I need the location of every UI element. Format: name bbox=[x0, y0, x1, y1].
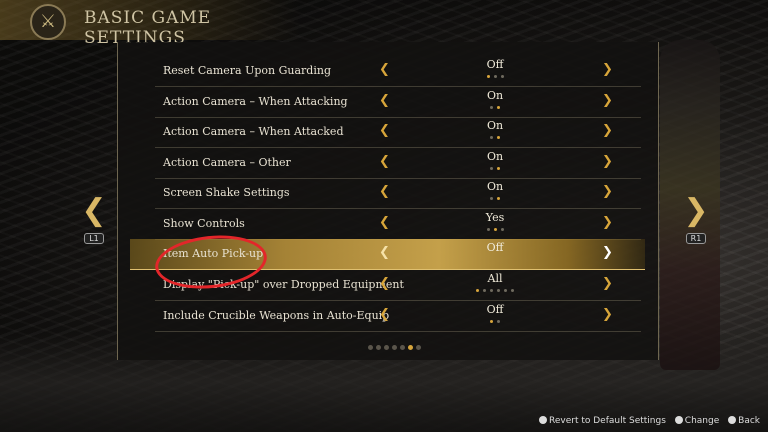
setting-value: On bbox=[486, 150, 504, 163]
next-page-nav[interactable]: ❯ R1 bbox=[682, 196, 710, 245]
option-dots bbox=[455, 167, 535, 172]
setting-row[interactable]: Screen Shake Settings ❮ On ❯ bbox=[155, 178, 641, 209]
chevron-left-icon[interactable]: ❮ bbox=[379, 215, 390, 230]
page-dot bbox=[407, 345, 413, 350]
setting-value: Off bbox=[486, 58, 504, 71]
setting-value: Yes bbox=[485, 211, 505, 224]
chevron-right-icon[interactable]: ❯ bbox=[602, 215, 613, 230]
chevron-right-icon[interactable]: ❯ bbox=[602, 276, 613, 291]
chevron-right-icon[interactable]: ❯ bbox=[602, 154, 613, 169]
page-dot bbox=[375, 345, 381, 350]
setting-label: Include Crucible Weapons in Auto-Equip bbox=[163, 309, 390, 322]
option-dot bbox=[497, 136, 500, 139]
option-dot bbox=[504, 289, 507, 292]
prev-page-nav[interactable]: ❮ L1 bbox=[80, 196, 108, 245]
option-dots bbox=[455, 320, 535, 325]
option-dots bbox=[455, 228, 535, 233]
option-dot bbox=[490, 289, 493, 292]
setting-row[interactable]: Action Camera – Other ❮ On ❯ bbox=[155, 148, 641, 179]
chevron-left-icon[interactable]: ❮ bbox=[379, 62, 390, 77]
chevron-right-icon[interactable]: ❯ bbox=[602, 62, 613, 77]
option-dot bbox=[497, 197, 500, 200]
setting-value: Off bbox=[486, 241, 504, 254]
option-dot bbox=[476, 289, 479, 292]
setting-value: Off bbox=[486, 303, 504, 316]
option-dot bbox=[483, 289, 486, 292]
chevron-left-icon[interactable]: ❮ bbox=[379, 93, 390, 108]
option-dot bbox=[497, 106, 500, 109]
setting-label: Reset Camera Upon Guarding bbox=[163, 64, 331, 77]
page-dot bbox=[383, 345, 389, 350]
revert-hint[interactable]: Revert to Default Settings bbox=[539, 416, 666, 426]
option-dot bbox=[490, 320, 493, 323]
back-hint[interactable]: Back bbox=[728, 416, 760, 426]
chevron-right-icon[interactable]: ❯ bbox=[602, 93, 613, 108]
option-dot bbox=[486, 228, 490, 231]
l1-button: L1 bbox=[84, 233, 104, 244]
chevron-right-icon[interactable]: ❯ bbox=[602, 123, 613, 138]
chevron-right-icon[interactable]: ❯ bbox=[602, 184, 613, 199]
chevron-right-icon[interactable]: ❯ bbox=[602, 245, 613, 260]
setting-row[interactable]: Reset Camera Upon Guarding ❮ Off ❯ bbox=[155, 56, 641, 87]
option-dot bbox=[493, 228, 497, 231]
setting-value: On bbox=[486, 180, 504, 193]
option-dot bbox=[497, 167, 500, 170]
chevron-right-icon[interactable]: ❯ bbox=[602, 307, 613, 322]
option-dot bbox=[511, 289, 514, 292]
chevron-left-icon[interactable]: ❮ bbox=[80, 196, 108, 226]
crossed-swords-icon: ⚔ bbox=[30, 4, 66, 40]
change-hint[interactable]: Change bbox=[674, 416, 719, 426]
setting-row[interactable]: Action Camera – When Attacking ❮ On ❯ bbox=[155, 87, 641, 118]
page-indicator bbox=[366, 345, 422, 350]
option-dot bbox=[500, 75, 504, 78]
header-bar: ⚔ BASIC GAME SETTINGS bbox=[0, 0, 300, 48]
setting-label: Screen Shake Settings bbox=[163, 186, 290, 199]
option-dot bbox=[490, 197, 493, 200]
chevron-left-icon[interactable]: ❮ bbox=[379, 245, 390, 260]
cross-button-icon bbox=[728, 416, 737, 424]
chevron-right-icon[interactable]: ❯ bbox=[682, 196, 710, 226]
circle-button-icon bbox=[539, 416, 548, 424]
setting-label: Action Camera – When Attacking bbox=[163, 95, 348, 108]
setting-value: On bbox=[486, 119, 504, 132]
setting-value: All bbox=[487, 272, 503, 285]
option-dot bbox=[490, 167, 493, 170]
option-dot bbox=[497, 289, 500, 292]
page-dot bbox=[415, 345, 421, 350]
setting-label: Show Controls bbox=[163, 217, 245, 230]
page-dot bbox=[391, 345, 397, 350]
setting-value: On bbox=[486, 89, 504, 102]
option-dot bbox=[490, 106, 493, 109]
chevron-left-icon[interactable]: ❮ bbox=[379, 154, 390, 169]
option-dots bbox=[455, 75, 535, 80]
r1-button: R1 bbox=[685, 233, 707, 244]
option-dots bbox=[455, 136, 535, 141]
setting-row[interactable]: Action Camera – When Attacked ❮ On ❯ bbox=[155, 117, 641, 148]
footer-hints: Revert to Default Settings Change Back bbox=[533, 416, 760, 426]
setting-row[interactable]: Include Crucible Weapons in Auto-Equip ❮ O… bbox=[155, 301, 641, 332]
option-dots bbox=[455, 106, 535, 111]
chevron-left-icon[interactable]: ❮ bbox=[379, 184, 390, 199]
option-dot bbox=[497, 320, 500, 323]
page-dot bbox=[367, 345, 373, 350]
setting-label: Action Camera – When Attacked bbox=[163, 125, 344, 138]
chevron-left-icon[interactable]: ❮ bbox=[379, 123, 390, 138]
option-dots bbox=[455, 289, 535, 294]
chevron-left-icon[interactable]: ❮ bbox=[379, 276, 390, 291]
setting-label: Action Camera – Other bbox=[163, 156, 291, 169]
option-dot bbox=[490, 136, 493, 139]
chevron-left-icon[interactable]: ❮ bbox=[379, 307, 390, 322]
dpad-icon bbox=[674, 416, 683, 424]
option-dot bbox=[493, 75, 497, 78]
page-dot bbox=[399, 345, 405, 350]
option-dot bbox=[500, 228, 504, 231]
option-dots bbox=[455, 197, 535, 202]
option-dot bbox=[486, 75, 490, 78]
